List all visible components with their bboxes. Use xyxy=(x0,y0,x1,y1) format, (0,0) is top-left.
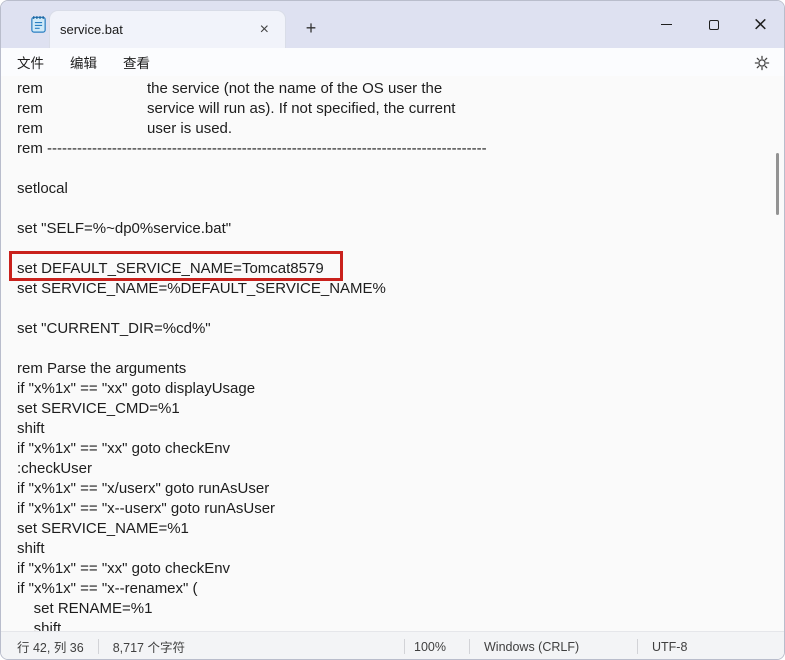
editor-text[interactable]: rem the service (not the name of the OS … xyxy=(1,76,784,631)
code-line: if "x%1x" == "xx" goto displayUsage xyxy=(17,380,256,397)
maximize-button[interactable] xyxy=(690,1,737,48)
statusbar: 行 42, 列 36 8,717 个字符 100% Windows (CRLF)… xyxy=(1,631,784,659)
gear-icon xyxy=(754,55,770,71)
window-controls: × xyxy=(643,1,784,48)
code-line: shift xyxy=(17,540,45,557)
divider xyxy=(404,639,405,654)
menu-file[interactable]: 文件 xyxy=(4,49,57,75)
code-line: set SERVICE_NAME=%1 xyxy=(17,520,189,537)
cursor-position: 行 42, 列 36 xyxy=(17,641,84,655)
code-line: rem user is used. xyxy=(17,120,233,137)
code-line: if "x%1x" == "x--renamex" ( xyxy=(17,580,198,597)
menubar: 文件 编辑 查看 xyxy=(1,48,784,76)
close-icon: × xyxy=(752,13,769,35)
code-line: if "x%1x" == "xx" goto checkEnv xyxy=(17,440,231,457)
divider xyxy=(469,639,470,654)
divider xyxy=(97,639,99,654)
minimize-icon xyxy=(661,24,672,25)
code-line: set RENAME=%1 xyxy=(17,600,153,617)
notepad-app-icon xyxy=(29,15,48,34)
code-line: rem service will run as). If not specifi… xyxy=(17,100,456,117)
code-line: set DEFAULT_SERVICE_NAME=Tomcat8579 xyxy=(17,260,324,277)
zoom-level: 100% xyxy=(414,639,446,654)
code-line: set "SELF=%~dp0%service.bat" xyxy=(17,220,232,237)
code-line: :checkUser xyxy=(17,460,93,477)
line-ending-cell: Windows (CRLF) xyxy=(469,632,637,659)
line-ending: Windows (CRLF) xyxy=(484,639,580,654)
settings-button[interactable] xyxy=(752,53,772,73)
encoding-cell: UTF-8 xyxy=(637,632,784,659)
code-line: if "x%1x" == "x--userx" goto runAsUser xyxy=(17,500,276,517)
vertical-scrollbar[interactable] xyxy=(776,153,779,215)
code-line: rem ------------------------------------… xyxy=(17,140,487,157)
code-line: rem the service (not the name of the OS … xyxy=(17,80,443,97)
divider xyxy=(637,639,638,654)
encoding: UTF-8 xyxy=(652,639,688,654)
tab-title: service.bat xyxy=(60,22,123,37)
minimize-button[interactable] xyxy=(643,1,690,48)
code-line: set SERVICE_CMD=%1 xyxy=(17,400,180,417)
zoom-cell: 100% xyxy=(404,632,469,659)
new-tab-button[interactable]: + xyxy=(298,15,324,41)
code-line: if "x%1x" == "xx" goto checkEnv xyxy=(17,560,231,577)
char-count: 8,717 个字符 xyxy=(112,641,185,655)
code-line: shift xyxy=(17,420,45,437)
code-line: rem Parse the arguments xyxy=(17,360,187,377)
tab-service-bat[interactable]: service.bat × xyxy=(49,10,286,48)
statusbar-left: 行 42, 列 36 8,717 个字符 xyxy=(1,637,185,656)
tab-close-icon[interactable]: × xyxy=(254,21,275,39)
editor[interactable]: rem the service (not the name of the OS … xyxy=(1,76,784,631)
notepad-window: service.bat × + × 文件 编辑 查看 rem the servi… xyxy=(0,0,785,660)
menu-view[interactable]: 查看 xyxy=(110,49,163,75)
titlebar[interactable]: service.bat × + × xyxy=(1,1,784,48)
code-line: setlocal xyxy=(17,180,68,197)
code-line: set "CURRENT_DIR=%cd%" xyxy=(17,320,211,337)
menu-edit[interactable]: 编辑 xyxy=(57,49,110,75)
close-button[interactable]: × xyxy=(737,1,784,48)
code-line: if "x%1x" == "x/userx" goto runAsUser xyxy=(17,480,270,497)
maximize-icon xyxy=(708,19,719,30)
code-line: set SERVICE_NAME=%DEFAULT_SERVICE_NAME% xyxy=(17,280,386,297)
code-line: shift xyxy=(17,620,62,631)
